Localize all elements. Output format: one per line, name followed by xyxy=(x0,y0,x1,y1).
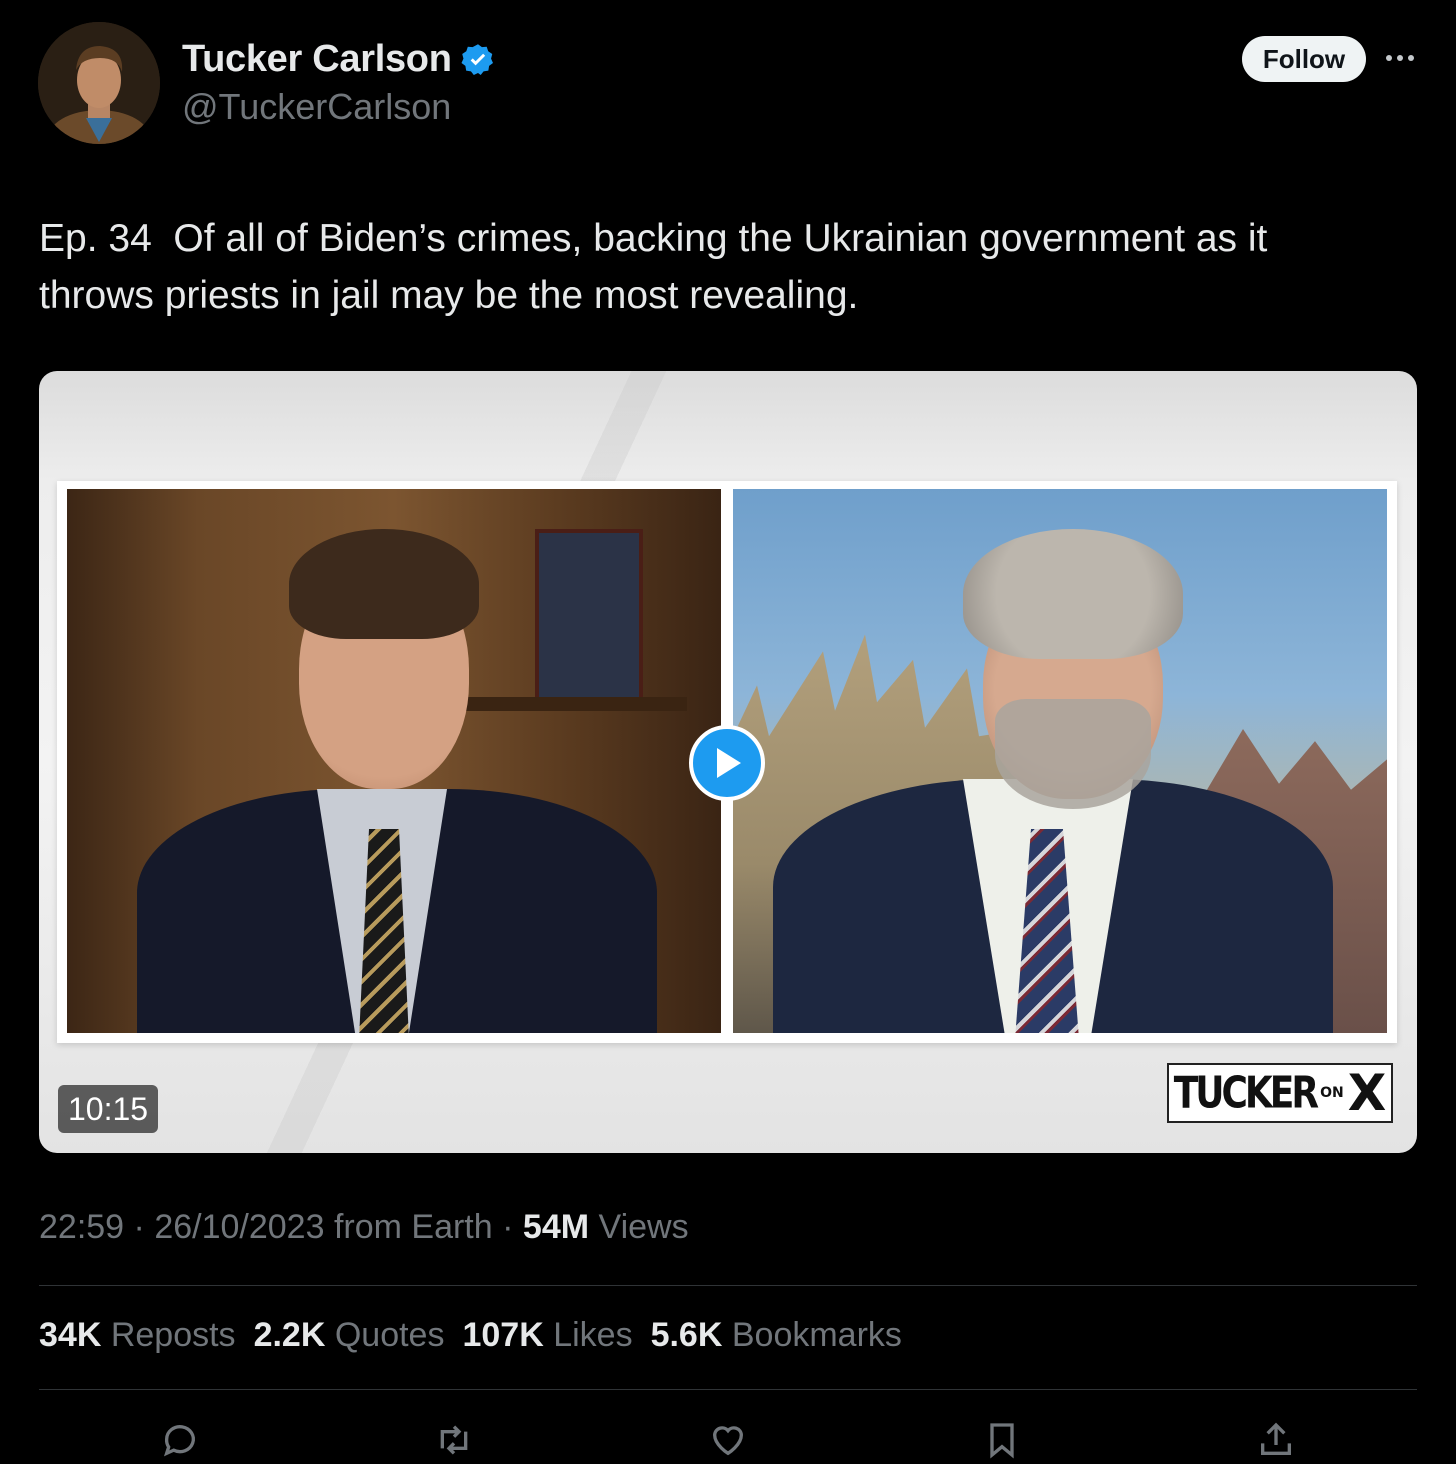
tweet-header: Tucker Carlson @TuckerCarlson Follow xyxy=(0,0,1456,170)
divider xyxy=(39,1285,1417,1286)
likes-label: Likes xyxy=(553,1316,633,1354)
views-count: 54M xyxy=(522,1208,590,1246)
tweet-text: Ep. 34 Of all of Biden’s crimes, backing… xyxy=(39,217,1268,317)
logo-text-on: ON xyxy=(1320,1085,1344,1101)
guest-video-panel xyxy=(733,489,1387,1033)
likes-stat[interactable]: 107K Likes xyxy=(462,1316,632,1355)
author-handle[interactable]: @TuckerCarlson xyxy=(182,86,451,128)
bookmarks-label: Bookmarks xyxy=(731,1316,902,1354)
bookmarks-count: 5.6K xyxy=(650,1316,723,1354)
host-video-panel xyxy=(67,489,721,1033)
views-label: Views xyxy=(598,1208,689,1246)
tweet-stats: 34K Reposts 2.2K Quotes 107K Likes 5.6K … xyxy=(39,1316,902,1355)
quotes-count: 2.2K xyxy=(253,1316,326,1354)
tweet-meta: 22:59 · 26/10/2023 from Earth · 54M View… xyxy=(39,1208,689,1247)
shelf-book xyxy=(535,529,643,707)
host-hair xyxy=(289,529,479,639)
avatar-portrait xyxy=(38,22,160,144)
repost-icon xyxy=(440,1425,468,1455)
tweet-source: from Earth xyxy=(333,1208,493,1246)
verified-badge-icon xyxy=(461,43,493,75)
reposts-stat[interactable]: 34K Reposts xyxy=(39,1316,236,1355)
reply-button[interactable] xyxy=(158,1420,202,1464)
avatar[interactable] xyxy=(38,22,160,144)
quotes-label: Quotes xyxy=(334,1316,445,1354)
heart-icon xyxy=(712,1426,744,1456)
like-button[interactable] xyxy=(706,1420,750,1464)
share-button[interactable] xyxy=(1254,1420,1298,1464)
share-icon xyxy=(1261,1422,1291,1455)
tweet-time[interactable]: 22:59 xyxy=(39,1208,124,1246)
tweet-date[interactable]: 26/10/2023 xyxy=(154,1208,324,1246)
logo-text-tucker: TUCKER xyxy=(1173,1068,1319,1118)
reposts-label: Reposts xyxy=(110,1316,236,1354)
guest-beard xyxy=(995,699,1151,809)
follow-button[interactable]: Follow xyxy=(1242,36,1366,82)
reply-icon xyxy=(163,1425,195,1457)
divider xyxy=(39,1389,1417,1390)
play-button[interactable] xyxy=(689,725,765,801)
guest-hair xyxy=(963,529,1183,659)
likes-count: 107K xyxy=(462,1316,544,1354)
bookmarks-stat[interactable]: 5.6K Bookmarks xyxy=(651,1316,902,1355)
action-bar xyxy=(0,1420,1456,1460)
bookmark-icon xyxy=(990,1423,1014,1459)
more-icon[interactable] xyxy=(1378,42,1422,74)
reposts-count: 34K xyxy=(39,1316,102,1354)
meta-separator: · xyxy=(133,1208,155,1246)
tucker-on-x-logo: TUCKER ON X xyxy=(1167,1063,1393,1123)
logo-text-x: X xyxy=(1347,1064,1387,1122)
name-row: Tucker Carlson xyxy=(182,38,496,81)
meta-separator: · xyxy=(502,1208,523,1246)
repost-button[interactable] xyxy=(432,1420,476,1464)
play-icon xyxy=(717,748,741,778)
display-name[interactable]: Tucker Carlson xyxy=(182,38,452,81)
video-duration: 10:15 xyxy=(58,1085,159,1133)
more-dots-icon xyxy=(1386,55,1414,61)
bookmark-button[interactable] xyxy=(980,1420,1024,1464)
quotes-stat[interactable]: 2.2K Quotes xyxy=(254,1316,445,1355)
video-player[interactable]: 10:15 TUCKER ON X xyxy=(39,371,1417,1153)
